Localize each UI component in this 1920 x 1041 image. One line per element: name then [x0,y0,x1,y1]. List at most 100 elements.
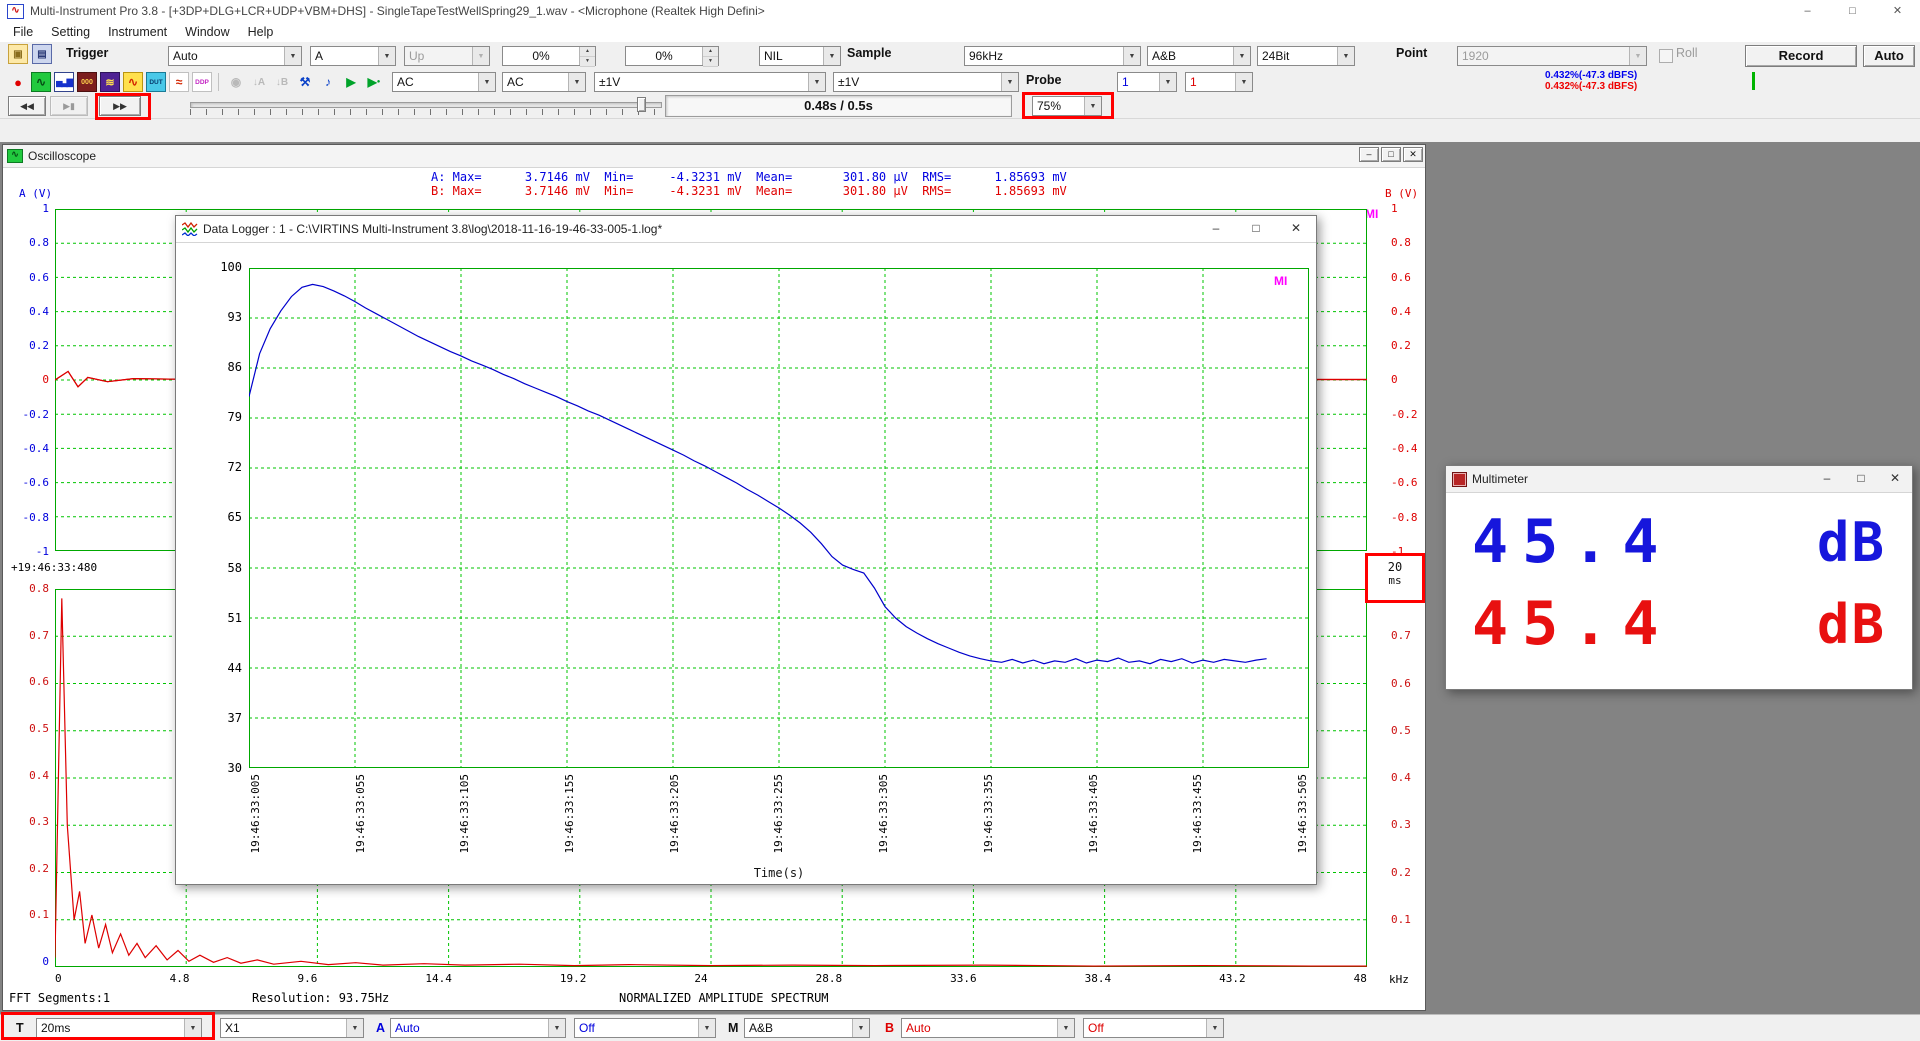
axis-tick: 19:46:33:105 [458,774,471,853]
zoom-combo[interactable]: 75%▼ [1032,96,1102,116]
maximize-icon[interactable]: □ [1844,466,1878,492]
data-logger-icon [182,222,198,236]
axis-tick: 0.3 [29,816,49,827]
close-icon[interactable]: ✕ [1403,147,1423,162]
minimize-icon[interactable]: – [1359,147,1379,162]
logger-x-axis-title: Time(s) [249,866,1309,880]
close-icon[interactable]: ✕ [1878,466,1912,492]
trigger-mode-combo[interactable]: Auto▼ [168,46,302,66]
axis-tick: 19:46:33:055 [354,774,367,853]
chevron-down-icon: ▼ [568,73,585,91]
axis-tick: -0.4 [1391,443,1418,454]
multimeter-unit-a: dB [1817,511,1886,574]
sweep-time-combo[interactable]: 20ms▼ [36,1018,202,1038]
chevron-down-icon: ▼ [284,47,301,65]
coupling-b-combo[interactable]: AC▼ [502,72,586,92]
axis-tick: 79 [228,412,242,423]
sampling-channels-combo[interactable]: A&B▼ [1147,46,1251,66]
maximize-icon[interactable]: □ [1830,0,1875,22]
axis-tick: 0.8 [29,583,49,594]
magnification-combo[interactable]: X1▼ [220,1018,364,1038]
oscilloscope-title-bar[interactable]: ∿ Oscilloscope – □ ✕ [3,145,1425,168]
scope-y-axis-left: 10.80.60.40.20-0.2-0.4-0.6-0.8-1 [3,203,53,557]
signal-generator-icon[interactable]: ∿ [123,72,143,92]
run-record-icon[interactable]: ▶● [364,72,384,92]
chevron-down-icon: ▼ [346,1019,363,1037]
title-bar: ∿ Multi-Instrument Pro 3.8 - [+3DP+DLG+L… [0,0,1920,23]
trigger-coupling-combo[interactable]: NIL▼ [759,46,841,66]
math-mode-combo[interactable]: A&B▼ [744,1018,870,1038]
menu-item[interactable]: File [4,25,42,39]
toolbar-sampling: ▣ ▤ Trigger Auto▼ A▼ Up▼ 0%▲▼ 0%▲▼ NIL▼ … [0,42,1920,71]
position-slider-handle[interactable] [637,97,646,112]
spectrum-analyzer-icon[interactable]: ▅▃▇ [54,72,74,92]
multimeter-icon[interactable]: 000 [77,72,97,92]
oscilloscope-icon[interactable]: ∿ [31,72,51,92]
trigger-level-spinner[interactable]: 0%▲▼ [502,46,596,66]
chevron-down-icon: ▼ [184,1019,201,1037]
channel-b-filter-combo[interactable]: Off▼ [1083,1018,1224,1038]
probe-a-combo[interactable]: 1▼ [1117,72,1177,92]
axis-tick: 0.6 [1391,678,1411,689]
multimeter-title-bar[interactable]: Multimeter – □ ✕ [1446,466,1912,493]
fast-forward-icon[interactable]: ▶▶ [99,96,141,116]
axis-tick: 0.4 [1391,772,1411,783]
range-b-combo[interactable]: ±1V▼ [833,72,1019,92]
range-a-combo[interactable]: ±1V▼ [594,72,826,92]
spectrum-3d-plot-icon[interactable]: ≋ [100,72,120,92]
channel-a-gain-combo[interactable]: Auto▼ [390,1018,566,1038]
auto-scale-button[interactable]: Auto [1863,45,1915,67]
minimize-icon[interactable]: – [1196,216,1236,242]
axis-tick: 1 [42,203,49,214]
device-test-plan-icon[interactable]: DUT [146,72,166,92]
chevron-down-icon: ▼ [852,1019,869,1037]
record-icon[interactable]: ● [8,72,28,92]
mi-logo: MI [1365,207,1378,221]
trigger-source-combo[interactable]: A▼ [310,46,396,66]
menu-item[interactable]: Help [239,25,283,39]
derived-data-curve-icon[interactable]: ≈ [169,72,189,92]
maximize-icon[interactable]: □ [1236,216,1276,242]
menu-item[interactable]: Window [176,25,238,39]
level-meter-bar [1752,72,1755,90]
multimeter-reading-b: 45.4 dB [1446,586,1912,662]
save-icon[interactable]: ▤ [32,44,52,64]
probe-b-combo[interactable]: 1▼ [1185,72,1253,92]
minimize-icon[interactable]: – [1810,466,1844,492]
sound-device-icon[interactable]: ♪ [318,72,338,92]
save-channel-b-icon: ↓B [272,72,292,92]
axis-tick: -1 [36,546,49,557]
chevron-down-icon: ▼ [1123,47,1140,65]
window-title: Multi-Instrument Pro 3.8 - [+3DP+DLG+LCR… [30,4,765,18]
menu-item[interactable]: Instrument [99,25,176,39]
bit-depth-combo[interactable]: 24Bit▼ [1257,46,1355,66]
ddp-viewer-icon[interactable]: DDP [192,72,212,92]
axis-tick: 93 [228,312,242,323]
position-slider-track[interactable] [190,102,662,108]
axis-tick: 0.1 [29,909,49,920]
record-button[interactable]: Record [1745,45,1857,67]
close-icon[interactable]: ✕ [1276,216,1316,242]
channel-a-filter-combo[interactable]: Off▼ [574,1018,716,1038]
menu-item[interactable]: Setting [42,25,99,39]
spectrum-y-axis-right: 0.80.70.60.50.40.30.20.1 [1391,583,1431,925]
data-logger-title-bar[interactable]: Data Logger : 1 - C:\VIRTINS Multi-Instr… [176,216,1316,243]
axis-tick: 0.2 [29,340,49,351]
sampling-rate-combo[interactable]: 96kHz▼ [964,46,1141,66]
open-file-icon[interactable]: ▣ [8,44,28,64]
axis-tick: 100 [220,262,242,273]
trigger-delay-spinner[interactable]: 0%▲▼ [625,46,719,66]
channel-b-gain-combo[interactable]: Auto▼ [901,1018,1075,1038]
rewind-icon[interactable]: ◀◀ [8,96,46,116]
calibration-icon[interactable]: ⚒ [295,72,315,92]
axis-tick: 0.7 [1391,630,1411,641]
coupling-a-combo[interactable]: AC▼ [392,72,496,92]
run-icon[interactable]: ▶ [341,72,361,92]
restore-icon[interactable]: □ [1381,147,1401,162]
mi-logo: MI [1274,274,1287,288]
spectrum-title: NORMALIZED AMPLITUDE SPECTRUM [619,991,829,1005]
step-forward-icon: ▶▮ [50,96,88,116]
close-icon[interactable]: ✕ [1875,0,1920,22]
minimize-icon[interactable]: – [1785,0,1830,22]
chevron-down-icon: ▼ [1159,73,1176,91]
